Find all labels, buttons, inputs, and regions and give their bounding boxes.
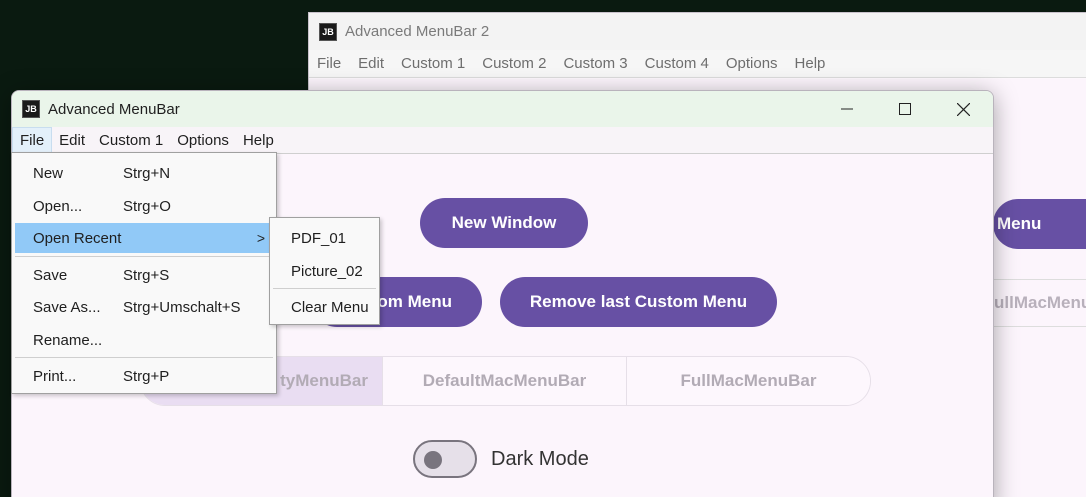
menu-help[interactable]: Help: [236, 127, 281, 154]
recent-item-picture-02[interactable]: Picture_02: [273, 256, 376, 286]
segment-default-mac-menubar[interactable]: DefaultMacMenuBar: [383, 357, 627, 405]
menu-item-label: Open Recent: [33, 229, 122, 247]
main-window-title: Advanced MenuBar: [48, 100, 180, 118]
back-segment-fullmac[interactable]: ullMacMenu: [993, 279, 1086, 327]
menu-item-shortcut: Strg+Umschalt+S: [123, 298, 241, 316]
chevron-right-icon: >: [256, 230, 265, 246]
back-window-title: Advanced MenuBar 2: [345, 23, 490, 40]
app-logo-icon: JB: [319, 22, 337, 41]
menu-item-shortcut: Strg+O: [123, 197, 171, 215]
recent-item-pdf-01[interactable]: PDF_01: [273, 223, 376, 253]
menu-options[interactable]: Options: [170, 127, 236, 154]
back-menu-edit[interactable]: Edit: [358, 55, 384, 72]
file-menu-dropdown: New Strg+N Open... Strg+O Open Recent > …: [11, 152, 277, 394]
menu-file[interactable]: File: [12, 126, 53, 154]
menu-item-label: New: [33, 164, 64, 182]
menu-separator: [15, 256, 273, 257]
menu-item-label: Rename...: [33, 331, 103, 349]
close-button[interactable]: [934, 91, 992, 127]
app-logo-icon: JB: [22, 100, 40, 118]
menu-item-save-as[interactable]: Save As... Strg+Umschalt+S: [15, 292, 273, 322]
back-menu-custom-4[interactable]: Custom 4: [645, 55, 709, 72]
main-menubar: File Edit Custom 1 Options Help: [12, 126, 993, 154]
back-menu-file[interactable]: File: [317, 55, 341, 72]
menu-item-rename[interactable]: Rename...: [15, 325, 273, 355]
back-menu-custom-2[interactable]: Custom 2: [482, 55, 546, 72]
menu-item-shortcut: Strg+N: [123, 164, 171, 182]
menu-separator: [273, 288, 376, 289]
back-window-menubar: File Edit Custom 1 Custom 2 Custom 3 Cus…: [309, 50, 1086, 78]
menu-edit[interactable]: Edit: [52, 127, 92, 154]
menu-item-print[interactable]: Print... Strg+P: [15, 361, 273, 391]
remove-custom-menu-button[interactable]: Remove last Custom Menu: [500, 277, 777, 327]
menu-item-save[interactable]: Save Strg+S: [15, 260, 273, 290]
back-menu-options[interactable]: Options: [726, 55, 778, 72]
toggle-knob: [424, 451, 442, 469]
menu-item-open[interactable]: Open... Strg+O: [15, 191, 273, 221]
dark-mode-label: Dark Mode: [491, 448, 589, 470]
segment-full-mac-menubar[interactable]: FullMacMenuBar: [627, 357, 870, 405]
menu-item-label: Open...: [33, 197, 83, 215]
open-recent-submenu: PDF_01 Picture_02 Clear Menu: [269, 217, 380, 325]
menu-item-new[interactable]: New Strg+N: [15, 158, 273, 188]
maximize-button[interactable]: [876, 91, 934, 127]
new-window-button[interactable]: New Window: [420, 198, 588, 248]
menu-item-shortcut: Strg+S: [123, 266, 170, 284]
menu-item-label: Save As...: [33, 298, 101, 316]
menu-item-label: Clear Menu: [291, 298, 369, 316]
menu-item-label: Picture_02: [291, 262, 363, 280]
dark-mode-toggle[interactable]: [413, 440, 477, 478]
recent-item-clear-menu[interactable]: Clear Menu: [273, 292, 376, 322]
menu-item-label: Save: [33, 266, 68, 284]
menu-item-open-recent[interactable]: Open Recent >: [15, 223, 273, 253]
back-menu-custom-1[interactable]: Custom 1: [401, 55, 465, 72]
back-new-window-button[interactable]: Menu: [993, 199, 1086, 249]
back-menu-custom-3[interactable]: Custom 3: [563, 55, 627, 72]
menu-item-label: Print...: [33, 367, 77, 385]
main-window-titlebar[interactable]: JB Advanced MenuBar: [12, 91, 993, 127]
minimize-icon: [841, 108, 853, 110]
back-window-titlebar[interactable]: JB Advanced MenuBar 2: [309, 13, 1086, 50]
maximize-icon: [899, 103, 911, 115]
menu-item-shortcut: Strg+P: [123, 367, 170, 385]
menu-separator: [15, 357, 273, 358]
menu-item-label: PDF_01: [291, 229, 347, 247]
close-icon: [956, 102, 970, 116]
back-menu-help[interactable]: Help: [795, 55, 826, 72]
menu-custom-1[interactable]: Custom 1: [92, 127, 170, 154]
minimize-button[interactable]: [818, 91, 876, 127]
